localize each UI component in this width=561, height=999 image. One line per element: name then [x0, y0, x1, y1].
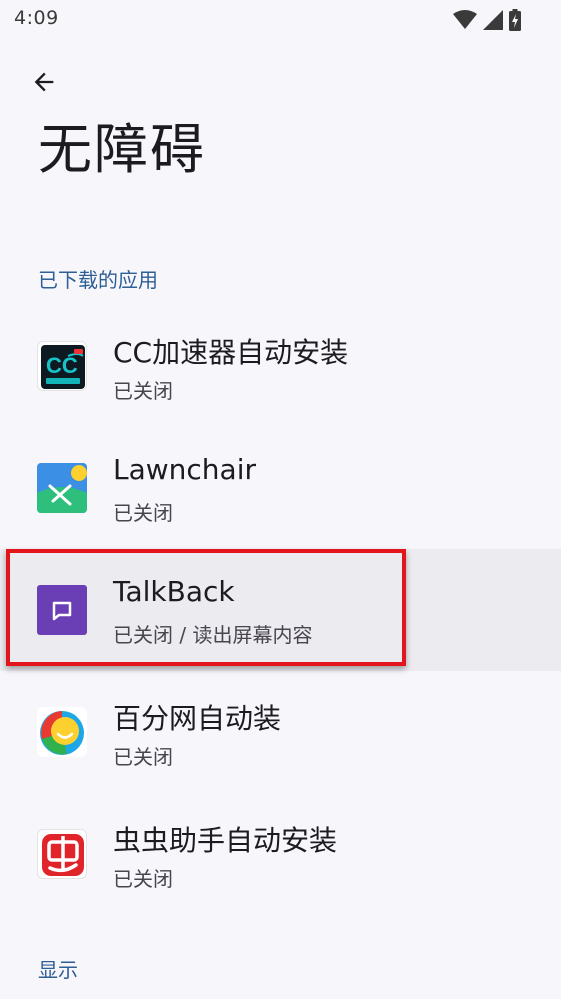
back-button[interactable]: [24, 62, 64, 102]
cc-accelerator-icon: CC: [37, 341, 87, 391]
app-status: 已关闭: [113, 867, 173, 891]
wifi-icon: [453, 10, 477, 29]
section-header-display: 显示: [38, 958, 78, 982]
app-status: 已关闭: [113, 745, 173, 769]
app-row-baifenwang[interactable]: 百分网自动装 已关闭: [0, 671, 561, 793]
battery-charging-icon: [509, 9, 521, 31]
app-row-chongchong[interactable]: 虫虫助手自动安装 已关闭: [0, 793, 561, 915]
app-name: Lawnchair: [113, 453, 256, 486]
app-name: 虫虫助手自动安装: [113, 824, 338, 857]
arrow-back-icon: [34, 72, 54, 92]
app-name: 百分网自动装: [113, 702, 282, 735]
lawnchair-icon: [37, 463, 87, 513]
status-time: 4:09: [14, 7, 59, 29]
status-bar: 4:09: [0, 0, 561, 38]
app-status: 已关闭: [113, 379, 173, 403]
talkback-icon: [37, 585, 87, 635]
app-name: TalkBack: [113, 575, 235, 608]
page-title: 无障碍: [38, 118, 206, 181]
app-row-lawnchair[interactable]: Lawnchair 已关闭: [0, 427, 561, 549]
svg-text:CC: CC: [46, 353, 78, 378]
section-header-downloaded-apps: 已下载的应用: [38, 268, 158, 292]
app-row-cc-accelerator[interactable]: CC CC加速器自动安装 已关闭: [0, 305, 561, 427]
app-row-talkback[interactable]: TalkBack 已关闭 / 读出屏幕内容: [0, 549, 561, 671]
chongchong-icon: [37, 829, 87, 879]
signal-icon: [483, 10, 503, 30]
app-status: 已关闭 / 读出屏幕内容: [113, 623, 313, 647]
app-name: CC加速器自动安装: [113, 336, 349, 369]
app-status: 已关闭: [113, 501, 173, 525]
baifenwang-icon: [37, 707, 87, 757]
status-icons: [453, 9, 521, 31]
